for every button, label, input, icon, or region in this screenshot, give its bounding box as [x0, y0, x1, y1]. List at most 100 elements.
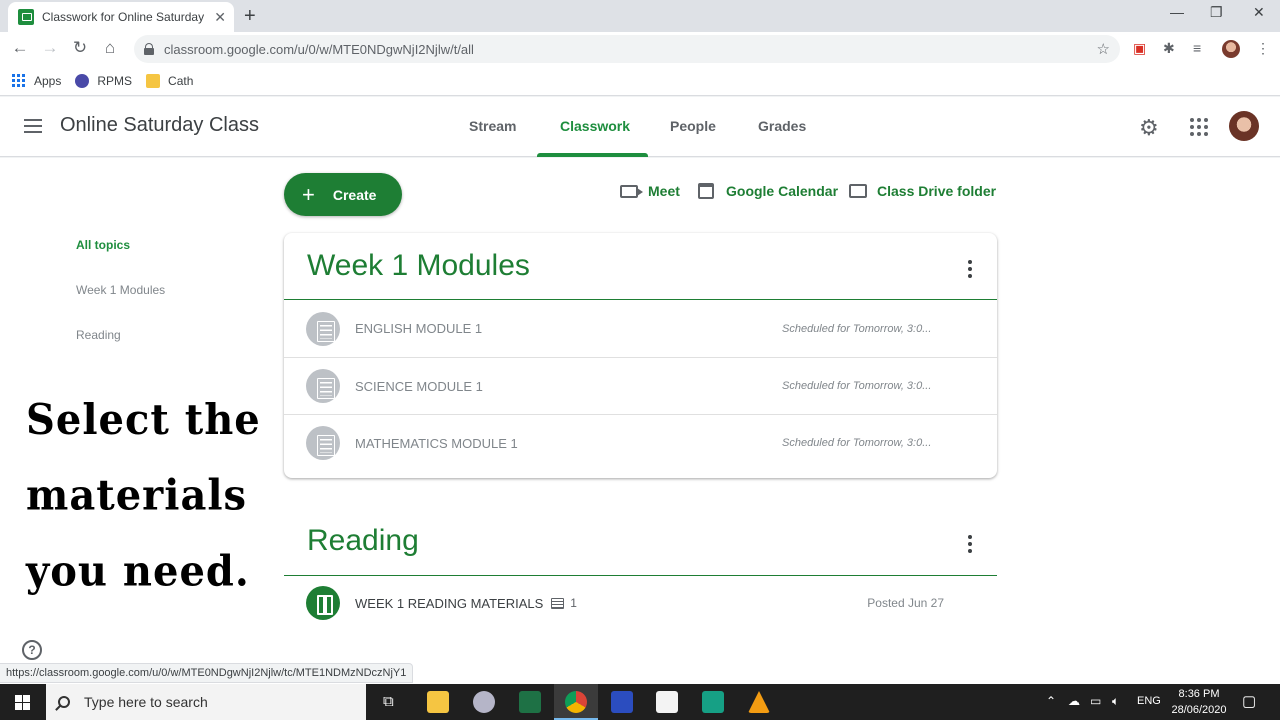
tray-chevron-icon[interactable]: ⌃: [1046, 694, 1056, 708]
topic-divider: [284, 575, 997, 576]
bookmark-star-icon[interactable]: ☆: [1097, 40, 1110, 58]
pocket-extension-icon[interactable]: ▣: [1133, 40, 1146, 57]
more-options-icon[interactable]: [968, 535, 972, 553]
clock-time: 8:36 PM: [1178, 688, 1220, 700]
google-calendar-link[interactable]: Google Calendar: [698, 183, 838, 199]
battery-icon[interactable]: ▭: [1090, 694, 1101, 708]
volume-icon[interactable]: 🔈︎: [1112, 694, 1119, 709]
reading-list-icon[interactable]: ≡: [1193, 40, 1201, 56]
bookmark-apps[interactable]: Apps: [12, 73, 61, 88]
close-tab-icon[interactable]: ✕: [214, 9, 226, 26]
item-status: Scheduled for Tomorrow, 3:0...: [782, 322, 932, 335]
tab-stream[interactable]: Stream: [469, 118, 516, 134]
assignment-icon: [306, 426, 340, 460]
language-indicator[interactable]: ENG: [1137, 695, 1161, 707]
taskbar-search-input[interactable]: Type here to search: [46, 684, 366, 720]
windows-start-icon[interactable]: [15, 695, 30, 710]
instruction-overlay-text: Select the materials you need.: [26, 383, 276, 610]
lock-icon: [144, 43, 154, 55]
bookmark-rpms[interactable]: RPMS: [75, 73, 133, 88]
browser-toolbar: ← → ↻ ⌂ classroom.google.com/u/0/w/MTE0N…: [0, 32, 1280, 66]
status-bar-url: https://classroom.google.com/u/0/w/MTE0N…: [0, 663, 414, 683]
folder-icon: [146, 73, 161, 88]
excel-icon[interactable]: [519, 691, 541, 713]
browser-tab-strip: Classwork for Online Saturday Cl ✕ + — ❐…: [0, 0, 1280, 32]
notifications-icon[interactable]: ▢: [1242, 692, 1256, 710]
calendar-label: Google Calendar: [726, 183, 839, 199]
item-title: WEEK 1 READING MATERIALS: [355, 595, 544, 611]
search-placeholder: Type here to search: [84, 694, 208, 710]
task-view-icon[interactable]: ⧉: [383, 693, 394, 710]
create-button[interactable]: + Create: [284, 173, 402, 216]
classwork-page: + Create Meet Google Calendar Class Driv…: [0, 158, 1280, 684]
meet-link[interactable]: Meet: [620, 183, 680, 199]
topic-link-reading[interactable]: Reading: [76, 328, 121, 342]
app-icon[interactable]: [611, 691, 633, 713]
topic-link-all[interactable]: All topics: [76, 238, 130, 252]
classroom-favicon-icon: [18, 9, 34, 25]
minimize-icon[interactable]: —: [1170, 4, 1184, 20]
bookmark-cath[interactable]: Cath: [146, 73, 194, 88]
calendar-icon: [698, 183, 714, 199]
close-window-icon[interactable]: ✕: [1253, 4, 1265, 21]
bookmark-label: Cath: [168, 73, 194, 88]
google-apps-icon[interactable]: [1190, 118, 1208, 136]
account-avatar[interactable]: [1229, 111, 1259, 141]
list-item[interactable]: MATHEMATICS MODULE 1 Scheduled for Tomor…: [284, 414, 997, 471]
browser-menu-icon[interactable]: ⋮: [1256, 40, 1270, 57]
item-status: Scheduled for Tomorrow, 3:0...: [782, 437, 932, 449]
store-icon[interactable]: [656, 691, 678, 713]
list-item[interactable]: SCIENCE MODULE 1 Scheduled for Tomorrow,…: [284, 357, 997, 414]
onedrive-icon[interactable]: ☁: [1068, 694, 1080, 708]
home-icon[interactable]: ⌂: [99, 38, 121, 58]
browser-tab[interactable]: Classwork for Online Saturday Cl ✕: [8, 2, 234, 32]
url-text: classroom.google.com/u/0/w/MTE0NDgwNjI2N…: [164, 41, 474, 57]
overlay-line: materials: [26, 470, 248, 521]
app-icon[interactable]: [473, 691, 495, 713]
app-icon[interactable]: [702, 691, 724, 713]
more-options-icon[interactable]: [968, 260, 972, 278]
folder-icon: [849, 184, 867, 198]
help-icon[interactable]: ?: [22, 640, 42, 660]
comment-count-value: 1: [570, 596, 577, 610]
list-item[interactable]: WEEK 1 READING MATERIALS 1 Posted Jun 27: [284, 585, 997, 621]
list-item[interactable]: ENGLISH MODULE 1 Scheduled for Tomorrow,…: [284, 300, 997, 357]
class-drive-folder-link[interactable]: Class Drive folder: [849, 183, 996, 199]
topic-title: Week 1 Modules: [307, 249, 530, 282]
rpms-icon: [75, 73, 90, 88]
assignment-icon: [306, 369, 340, 403]
search-icon: [58, 696, 70, 708]
new-tab-icon[interactable]: +: [244, 5, 256, 28]
settings-gear-icon[interactable]: ⚙: [1139, 115, 1159, 141]
windows-taskbar: Type here to search ⧉ ⌃ ☁ ▭ 🔈︎ ENG 8:36 …: [0, 684, 1280, 720]
chrome-icon[interactable]: [565, 691, 587, 713]
topic-link-week1[interactable]: Week 1 Modules: [76, 283, 165, 297]
forward-icon[interactable]: →: [39, 38, 61, 58]
extensions-icon[interactable]: ✱: [1163, 40, 1175, 57]
restore-icon[interactable]: ❐: [1210, 4, 1223, 21]
taskbar-clock[interactable]: 8:36 PM 28/06/2020: [1166, 686, 1232, 718]
meet-label: Meet: [648, 183, 680, 199]
item-title: MATHEMATICS MODULE 1: [355, 435, 518, 451]
apps-grid-icon: [12, 73, 26, 88]
topic-card-week1: Week 1 Modules ENGLISH MODULE 1 Schedule…: [284, 233, 997, 478]
tab-grades[interactable]: Grades: [758, 118, 806, 134]
main-menu-icon[interactable]: [24, 119, 42, 133]
assignment-icon: [306, 311, 340, 346]
create-label: Create: [332, 186, 377, 203]
vlc-icon[interactable]: [748, 691, 770, 713]
address-bar[interactable]: classroom.google.com/u/0/w/MTE0NDgwNjI2N…: [134, 35, 1120, 63]
clock-date: 28/06/2020: [1171, 704, 1227, 716]
reload-icon[interactable]: ↻: [69, 38, 91, 58]
tab-people[interactable]: People: [670, 118, 716, 134]
bookmark-label: RPMS: [97, 73, 133, 88]
class-title[interactable]: Online Saturday Class: [60, 114, 259, 137]
browser-profile-avatar[interactable]: [1222, 40, 1240, 58]
item-status: Posted Jun 27: [867, 596, 944, 610]
tab-classwork[interactable]: Classwork: [560, 118, 630, 134]
tab-title: Classwork for Online Saturday Cl: [42, 10, 209, 24]
back-icon[interactable]: ←: [9, 38, 31, 58]
file-explorer-icon[interactable]: [427, 691, 449, 713]
overlay-line: Select the: [26, 395, 261, 445]
topic-title: Reading: [307, 524, 419, 557]
